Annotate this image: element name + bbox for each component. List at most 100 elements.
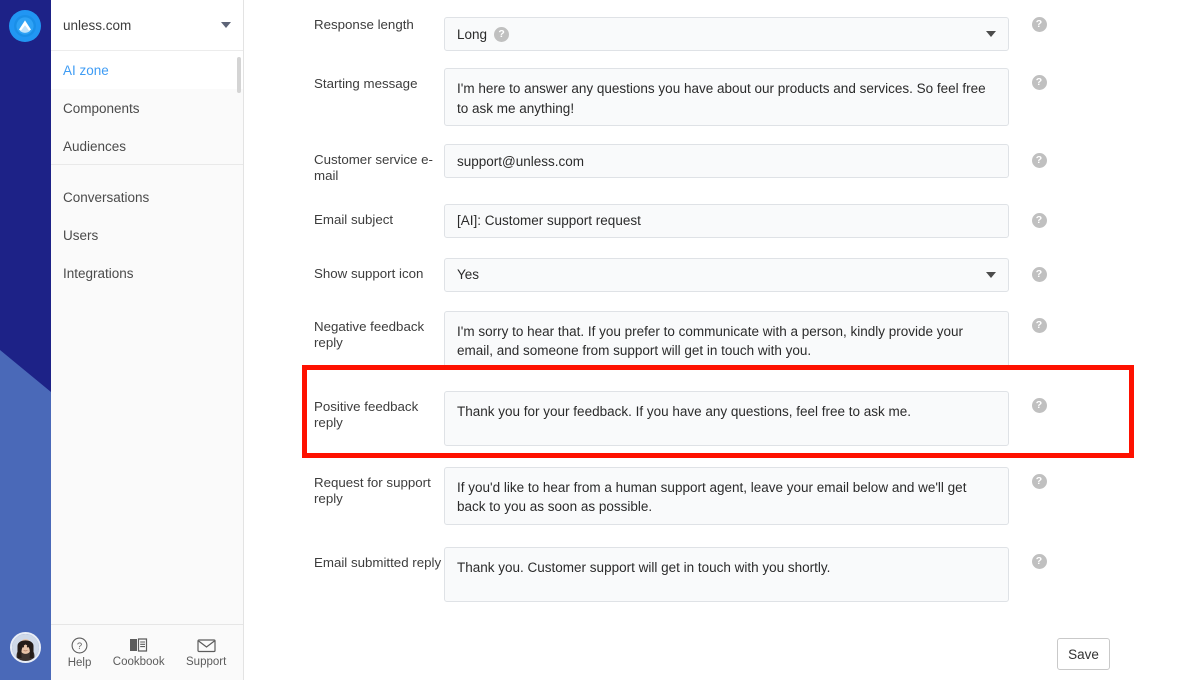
nav-group-secondary: Conversations Users Integrations	[51, 165, 243, 292]
row-help-wrap: ?	[1009, 311, 1069, 333]
help-icon[interactable]: ?	[1031, 153, 1047, 168]
cookbook-button[interactable]: Cookbook	[113, 637, 165, 668]
form-row-show-support-icon: Show support icon Yes ?	[244, 257, 1200, 292]
form-row-email-submitted: Email submitted reply Thank you. Custome…	[244, 546, 1200, 602]
sidebar-item-users[interactable]: Users	[51, 216, 243, 254]
form-row-customer-email: Customer service e-mail support@unless.c…	[244, 144, 1200, 184]
field-label: Negative feedback reply	[314, 318, 425, 350]
sidebar-item-label: Users	[63, 227, 99, 243]
select-value-wrap: Long ?	[457, 26, 510, 42]
primary-nav-rail	[0, 0, 51, 680]
field-control: If you'd like to hear from a human suppo…	[444, 466, 1009, 525]
cookbook-label: Cookbook	[112, 656, 165, 668]
help-icon[interactable]: ?	[494, 26, 510, 42]
field-label: Starting message	[314, 76, 418, 91]
form-row-negative-feedback: Negative feedback reply I'm sorry to hea…	[244, 310, 1200, 369]
field-control: [AI]: Customer support request	[444, 203, 1009, 238]
row-help-wrap: ?	[1009, 68, 1069, 90]
help-icon[interactable]: ?	[1031, 17, 1047, 32]
request-support-textarea[interactable]: If you'd like to hear from a human suppo…	[444, 466, 1009, 525]
row-help-wrap: ?	[1009, 391, 1069, 413]
sidebar-item-label: Audiences	[63, 138, 127, 154]
book-icon	[129, 637, 148, 653]
help-icon[interactable]: ?	[1031, 397, 1047, 413]
help-icon[interactable]: ?	[1031, 553, 1047, 569]
field-label: Show support icon	[314, 265, 424, 281]
row-help-wrap: ?	[1009, 17, 1069, 32]
email-subject-input[interactable]: [AI]: Customer support request	[444, 203, 1009, 238]
form-row-starting-message: Starting message I'm here to answer any …	[244, 68, 1200, 126]
question-circle-icon: ?	[71, 637, 88, 654]
support-button[interactable]: Support	[186, 638, 226, 668]
sidebar-item-audiences[interactable]: Audiences	[51, 127, 243, 165]
field-control: Long ?	[444, 17, 1009, 51]
select-value: Long	[457, 26, 488, 42]
form-row-response-length: Response length Long ? ?	[244, 17, 1200, 51]
sidebar-item-label: Conversations	[63, 189, 150, 205]
sidebar-item-ai-zone[interactable]: AI zone	[51, 51, 243, 89]
site-switcher[interactable]: unless.com	[51, 0, 243, 51]
row-help-wrap: ?	[1009, 547, 1069, 569]
site-name: unless.com	[63, 17, 132, 33]
svg-text:?: ?	[77, 641, 82, 652]
form-row-positive-feedback: Positive feedback reply Thank you for yo…	[244, 390, 1200, 446]
field-control: Thank you for your feedback. If you have…	[444, 390, 1009, 446]
field-control: Yes	[444, 257, 1009, 292]
app-root: unless.com AI zone Components Audiences …	[0, 0, 1200, 680]
help-label: Help	[67, 656, 92, 669]
avatar[interactable]	[10, 632, 41, 663]
field-label: Customer service e-mail	[314, 152, 433, 183]
help-icon[interactable]: ?	[1031, 266, 1047, 282]
field-label: Email subject	[314, 211, 394, 227]
field-control: I'm sorry to hear that. If you prefer to…	[444, 310, 1009, 369]
field-control: support@unless.com	[444, 144, 1009, 178]
field-control: I'm here to answer any questions you hav…	[444, 68, 1009, 126]
unless-logo-icon[interactable]	[9, 10, 41, 42]
chevron-down-icon	[986, 31, 996, 37]
rail-gradient-shape	[0, 350, 51, 680]
row-help-wrap: ?	[1009, 467, 1069, 489]
envelope-icon	[197, 638, 216, 653]
help-icon[interactable]: ?	[1031, 212, 1047, 228]
negative-feedback-textarea[interactable]: I'm sorry to hear that. If you prefer to…	[444, 310, 1009, 369]
nav-group-primary: AI zone Components Audiences	[51, 51, 243, 165]
field-label: Email submitted reply	[314, 554, 442, 570]
help-icon[interactable]: ?	[1031, 317, 1047, 333]
show-support-icon-select[interactable]: Yes	[444, 257, 1009, 292]
form-row-email-subject: Email subject [AI]: Customer support req…	[244, 203, 1200, 238]
main-content: Response length Long ? ? Starting messag…	[244, 0, 1200, 680]
field-control: Thank you. Customer support will get in …	[444, 546, 1009, 602]
sidebar-item-components[interactable]: Components	[51, 89, 243, 127]
row-help-wrap: ?	[1009, 204, 1069, 228]
positive-feedback-textarea[interactable]: Thank you for your feedback. If you have…	[444, 390, 1009, 446]
help-icon[interactable]: ?	[1031, 75, 1047, 90]
email-submitted-textarea[interactable]: Thank you. Customer support will get in …	[444, 546, 1009, 602]
field-label: Response length	[314, 17, 414, 32]
field-label: Request for support reply	[314, 474, 431, 506]
field-label: Positive feedback reply	[314, 398, 419, 430]
help-button[interactable]: ? Help	[67, 637, 92, 669]
ai-settings-form: Response length Long ? ? Starting messag…	[244, 17, 1200, 670]
row-help-wrap: ?	[1009, 258, 1069, 282]
support-label: Support	[186, 655, 227, 668]
sidebar-item-label: Components	[63, 100, 140, 116]
sidebar-item-label: AI zone	[63, 62, 109, 78]
customer-email-input[interactable]: support@unless.com	[444, 144, 1009, 178]
save-button[interactable]: Save	[1057, 638, 1110, 670]
save-row: Save	[1057, 638, 1110, 670]
sidebar: unless.com AI zone Components Audiences …	[51, 0, 244, 680]
starting-message-textarea[interactable]: I'm here to answer any questions you hav…	[444, 68, 1009, 126]
sidebar-item-conversations[interactable]: Conversations	[51, 178, 243, 216]
chevron-down-icon	[221, 22, 231, 28]
sidebar-item-integrations[interactable]: Integrations	[51, 254, 243, 292]
response-length-select[interactable]: Long ?	[444, 17, 1009, 51]
sidebar-footer: ? Help Cookbook Support	[51, 624, 243, 680]
row-help-wrap: ?	[1009, 144, 1069, 168]
chevron-down-icon	[986, 271, 996, 278]
sidebar-scrollbar-thumb[interactable]	[237, 57, 241, 93]
sidebar-item-label: Integrations	[63, 265, 134, 281]
select-value: Yes	[457, 267, 480, 283]
form-row-request-support: Request for support reply If you'd like …	[244, 466, 1200, 525]
help-icon[interactable]: ?	[1031, 473, 1047, 489]
